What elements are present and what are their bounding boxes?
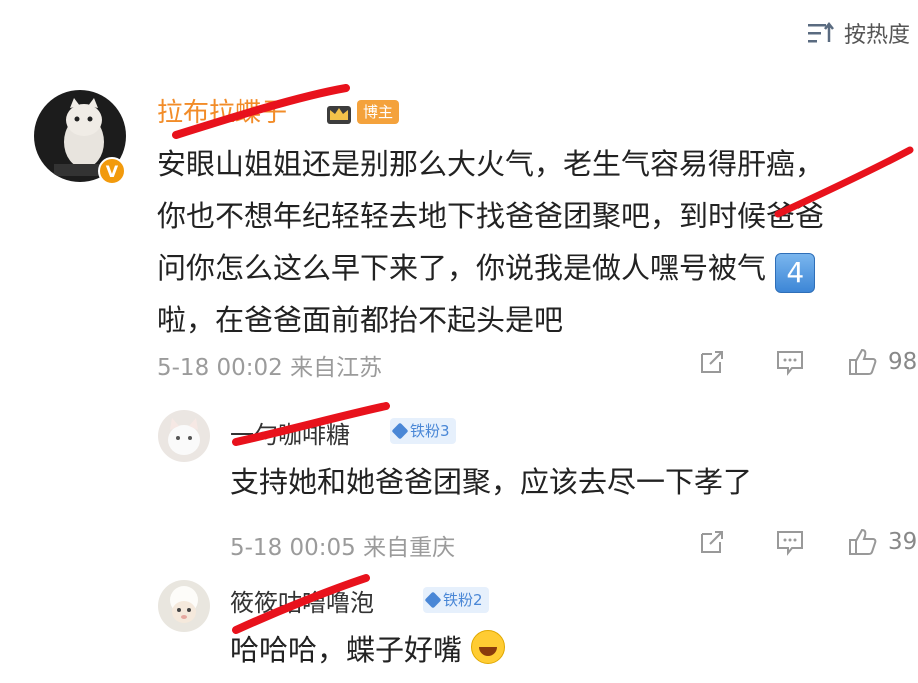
comment-button[interactable] xyxy=(774,346,806,378)
share-icon xyxy=(701,531,723,553)
reply-username[interactable]: 筱筱咕噜噜泡 xyxy=(230,583,374,618)
share-button[interactable] xyxy=(696,526,728,558)
fan-badge-label: 铁粉3 xyxy=(410,422,450,440)
diamond-icon xyxy=(424,591,442,609)
crown-icon xyxy=(327,106,351,124)
share-button[interactable] xyxy=(696,346,728,378)
reply-text: 哈哈哈，蝶子好嘴 xyxy=(230,630,506,670)
comment-username[interactable]: 拉布拉蝶子 xyxy=(157,92,287,129)
thumbs-up-icon xyxy=(849,348,877,375)
comment-button[interactable] xyxy=(774,526,806,558)
reply-meta: 5-18 00:05 来自重庆 xyxy=(230,535,456,561)
reply-text-content: 哈哈哈，蝶子好嘴 xyxy=(230,633,463,667)
comment-line: 安眼山姐姐还是别那么大火气，老生气容易得肝癌， xyxy=(157,147,825,181)
like-button[interactable]: 98 xyxy=(846,346,917,378)
verified-badge: V xyxy=(98,157,126,185)
fan-badge: 铁粉2 xyxy=(423,587,489,613)
sort-label: 按热度 xyxy=(844,23,911,48)
avatar[interactable] xyxy=(158,410,210,462)
sort-by-hot-button[interactable]: 按热度 xyxy=(806,14,910,52)
sort-icon xyxy=(808,21,834,43)
comment-body: 安眼山姐姐还是别那么大火气，老生气容易得肝癌， 你也不想年纪轻轻去地下找爸爸团聚… xyxy=(157,138,917,346)
avatar[interactable] xyxy=(158,580,210,632)
number-four-emoji: 4 xyxy=(775,253,816,293)
sheep-avatar-image xyxy=(158,580,210,632)
comment-icon xyxy=(777,531,803,556)
comment-line: 你也不想年纪轻轻去地下找爸爸团聚吧，到时候爸爸 xyxy=(157,199,825,233)
fan-badge-label: 铁粉2 xyxy=(443,591,483,609)
share-icon xyxy=(701,351,723,373)
kitten-avatar-image xyxy=(158,410,210,462)
like-count: 39 xyxy=(888,529,918,555)
comment-icon xyxy=(777,351,803,376)
reply-text: 支持她和她爸爸团聚，应该去尽一下孝了 xyxy=(230,465,753,499)
reply-username[interactable]: 一勺咖啡糖 xyxy=(230,415,350,450)
comment-line: 问你怎么这么早下来了，你说我是做人嘿号被气 4 xyxy=(157,242,917,294)
diamond-icon xyxy=(391,422,409,440)
fan-badge: 铁粉3 xyxy=(390,418,456,444)
thumbs-up-icon xyxy=(849,528,877,555)
comment-line-text: 问你怎么这么早下来了，你说我是做人嘿号被气 xyxy=(157,251,767,285)
like-button[interactable]: 39 xyxy=(846,526,917,558)
author-badge: 博主 xyxy=(357,100,400,124)
like-count: 98 xyxy=(888,349,918,375)
comment-line: 啦，在爸爸面前都抬不起头是吧 xyxy=(157,303,564,337)
comment-meta: 5-18 00:02 来自江苏 xyxy=(157,355,383,381)
laugh-cry-emoji xyxy=(471,630,506,664)
